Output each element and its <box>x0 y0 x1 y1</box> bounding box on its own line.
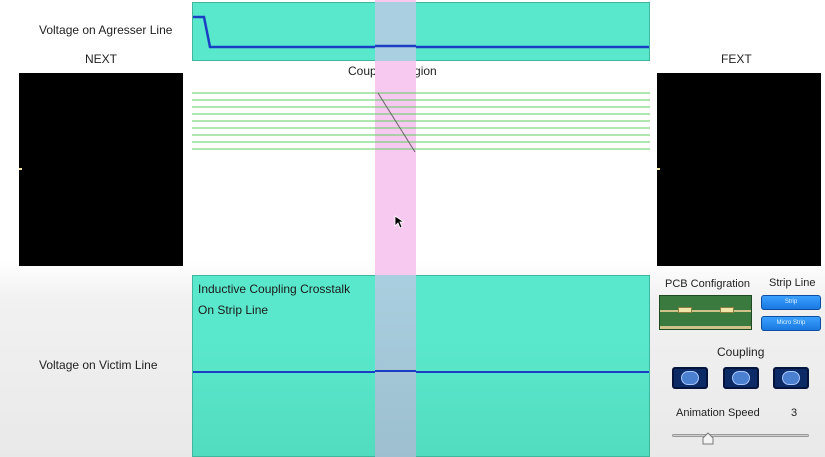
animation-speed-label: Animation Speed <box>676 407 760 419</box>
mouse-cursor-icon <box>394 215 404 229</box>
fext-label: FEXT <box>721 52 752 66</box>
coupling-high-button[interactable] <box>773 367 809 389</box>
fext-scope-marker <box>657 168 660 170</box>
pcb-configuration-thumbnail <box>659 295 752 330</box>
victim-voltage-label: Voltage on Victim Line <box>39 358 158 372</box>
victim-panel-title-line1: Inductive Coupling Crosstalk <box>198 282 351 296</box>
aggressor-waveform-panel <box>192 2 650 61</box>
micro-strip-button[interactable]: Micro Strip <box>761 316 821 331</box>
strip-line-label: Strip Line <box>769 277 816 289</box>
aggressor-waveform <box>193 15 649 49</box>
coupling-medium-button[interactable] <box>723 367 759 389</box>
coupling-band-aggressor-overlay <box>375 2 416 61</box>
aggressor-voltage-label: Voltage on Agresser Line <box>39 23 173 37</box>
animation-speed-track <box>672 434 809 437</box>
victim-waveform <box>193 371 649 373</box>
coupling-high-icon <box>782 371 800 385</box>
coupling-band-victim-overlay <box>375 275 416 457</box>
pcb-trace-lines <box>192 92 650 153</box>
coupling-title: Coupling <box>717 345 765 359</box>
coupling-low-button[interactable] <box>672 367 708 389</box>
coupling-medium-icon <box>732 371 750 385</box>
victim-waveform-panel: Inductive Coupling Crosstalk On Strip Li… <box>192 275 650 457</box>
pcb-configuration-label: PCB Configration <box>665 278 750 290</box>
next-label: NEXT <box>85 52 118 66</box>
strip-line-button[interactable]: Strip <box>761 295 821 310</box>
animation-speed-value: 3 <box>791 407 798 419</box>
victim-panel-title-line2: On Strip Line <box>198 303 269 317</box>
animation-speed-slider[interactable] <box>672 432 809 445</box>
next-scope-display <box>19 73 183 266</box>
animation-speed-thumb[interactable] <box>702 432 714 445</box>
next-scope-marker <box>19 168 22 170</box>
coupling-low-icon <box>681 371 699 385</box>
fext-scope-display <box>657 73 821 266</box>
